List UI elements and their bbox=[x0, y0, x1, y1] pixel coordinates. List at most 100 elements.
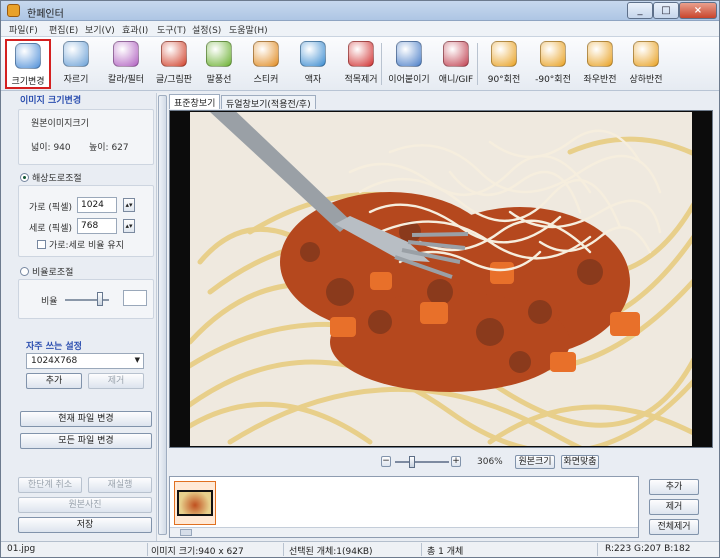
tool-label: 상하반전 bbox=[629, 75, 663, 85]
tool-label: 스티커 bbox=[253, 75, 279, 85]
redo-button[interactable]: 재실행 bbox=[88, 477, 152, 493]
add-favorite-button[interactable]: 추가 bbox=[26, 373, 82, 389]
menu-view[interactable]: 보기(V) bbox=[85, 23, 115, 36]
left-panel-scrollbar[interactable] bbox=[156, 93, 168, 541]
undo-button[interactable]: 한단계 취소 bbox=[18, 477, 82, 493]
status-separator bbox=[421, 543, 422, 556]
resize-panel: 이미지 크기변경 원본이미지크기 넓이: 940 높이: 627 해상도로조절 … bbox=[4, 91, 156, 539]
text-paint-icon bbox=[161, 41, 187, 67]
tool-rotate-right-button[interactable]: 90°회전 bbox=[481, 39, 527, 89]
strip-add-button[interactable]: 추가 bbox=[649, 479, 699, 495]
tool-label: 90°회전 bbox=[487, 75, 521, 85]
tool-gif-button[interactable]: 애니/GIF bbox=[433, 39, 479, 89]
keep-ratio-checkbox[interactable] bbox=[37, 240, 46, 249]
tool-color-filter-button[interactable]: 칼라/필터 bbox=[101, 39, 151, 89]
tool-text-paint-button[interactable]: 글/그림판 bbox=[151, 39, 197, 89]
toolbar-separator bbox=[381, 43, 382, 85]
original-size-label: 원본이미지크기 bbox=[31, 119, 89, 129]
merge-icon bbox=[396, 41, 422, 67]
original-width: 넓이: 940 bbox=[31, 143, 71, 153]
keep-ratio-label: 가로:세로 비율 유지 bbox=[49, 241, 124, 251]
scrollbar-thumb[interactable] bbox=[158, 95, 167, 535]
original-size-button[interactable]: 원본크기 bbox=[515, 455, 555, 469]
title-bar[interactable]: 한페인터 _ □ × bbox=[1, 1, 719, 21]
menu-edit[interactable]: 편집(E) bbox=[49, 23, 78, 36]
width-spinner[interactable]: ▴▾ bbox=[123, 198, 135, 212]
ratio-box: 비율 bbox=[18, 279, 154, 319]
app-icon bbox=[7, 4, 20, 17]
tool-flip-horizontal-button[interactable]: 좌우반전 bbox=[577, 39, 623, 89]
resolution-box: 가로 (픽셀) 1024 ▴▾ 세로 (픽셀) 768 ▴▾ 가로:세로 비율 … bbox=[18, 185, 154, 257]
width-input[interactable]: 1024 bbox=[77, 197, 117, 213]
original-photo-button[interactable]: 원본사진 bbox=[18, 497, 152, 513]
width-label: 가로 (픽셀) bbox=[29, 203, 73, 213]
strip-remove-button[interactable]: 제거 bbox=[649, 499, 699, 515]
tool-label: -90°회전 bbox=[535, 75, 571, 85]
zoom-slider-thumb[interactable] bbox=[409, 456, 416, 468]
resize-icon bbox=[15, 43, 41, 69]
menu-effects[interactable]: 효과(I) bbox=[122, 23, 148, 36]
status-separator bbox=[597, 543, 598, 556]
tool-frame-button[interactable]: 액자 bbox=[291, 39, 335, 89]
tool-label: 칼라/필터 bbox=[107, 75, 145, 85]
status-selected: 선택된 개체:1(94KB) bbox=[289, 547, 373, 557]
thumbnail-item[interactable] bbox=[174, 481, 216, 525]
menu-file[interactable]: 파일(F) bbox=[9, 23, 38, 36]
speech-bubble-icon bbox=[206, 41, 232, 67]
zoom-bar: − + 306% 원본크기 화면맞춤 bbox=[381, 455, 621, 470]
favorites-select[interactable]: 1024X768 ▼ bbox=[26, 353, 144, 369]
ratio-radio[interactable] bbox=[20, 267, 29, 276]
status-total: 총 1 개체 bbox=[427, 547, 464, 557]
toolbar: 크기변경 자르기 칼라/필터 글/그림판 말풍선 스티커 액자 적목제거 이어붙이기 애니/GIF… bbox=[1, 37, 719, 91]
zoom-percent: 306% bbox=[477, 457, 503, 467]
save-button[interactable]: 저장 bbox=[18, 517, 152, 533]
ratio-slider-thumb[interactable] bbox=[97, 292, 103, 306]
height-spinner[interactable]: ▴▾ bbox=[123, 219, 135, 233]
apply-all-button[interactable]: 모든 파일 변경 bbox=[20, 433, 152, 449]
close-button[interactable]: × bbox=[679, 2, 717, 19]
tool-sticker-button[interactable]: 스티커 bbox=[243, 39, 289, 89]
tool-merge-button[interactable]: 이어붙이기 bbox=[385, 39, 433, 89]
maximize-button[interactable]: □ bbox=[653, 2, 679, 19]
tab-standard-view[interactable]: 표준창보기 bbox=[169, 94, 221, 109]
tool-speech-bubble-button[interactable]: 말풍선 bbox=[197, 39, 241, 89]
tool-label: 크기변경 bbox=[11, 77, 45, 87]
strip-remove-all-button[interactable]: 전체제거 bbox=[649, 519, 699, 535]
fit-screen-button[interactable]: 화면맞춤 bbox=[561, 455, 599, 469]
minimize-button[interactable]: _ bbox=[627, 2, 653, 19]
tab-dual-view[interactable]: 듀얼창보기(적용전/후) bbox=[221, 95, 316, 110]
tool-label: 좌우반전 bbox=[583, 75, 617, 85]
zoom-in-button[interactable]: + bbox=[451, 456, 461, 467]
thumbnail-strip[interactable] bbox=[169, 476, 639, 538]
status-separator bbox=[147, 543, 148, 556]
ratio-sub-label: 비율 bbox=[41, 297, 58, 307]
strip-scrollbar[interactable] bbox=[170, 527, 638, 537]
tool-crop-button[interactable]: 자르기 bbox=[53, 39, 99, 89]
tool-label: 이어붙이기 bbox=[388, 75, 430, 85]
menu-tools[interactable]: 도구(T) bbox=[157, 23, 186, 36]
image-viewer[interactable] bbox=[169, 110, 713, 448]
original-height: 높이: 627 bbox=[89, 143, 129, 153]
original-size-box: 원본이미지크기 넓이: 940 높이: 627 bbox=[18, 109, 154, 165]
menu-settings[interactable]: 설정(S) bbox=[192, 23, 221, 36]
rotate-left-icon bbox=[540, 41, 566, 67]
zoom-out-button[interactable]: − bbox=[381, 456, 391, 467]
height-input[interactable]: 768 bbox=[77, 218, 117, 234]
gif-icon bbox=[443, 41, 469, 67]
resolution-radio[interactable] bbox=[20, 173, 29, 182]
redeye-icon bbox=[348, 41, 374, 67]
zoom-slider-track bbox=[395, 461, 449, 463]
tool-resize-button[interactable]: 크기변경 bbox=[5, 39, 51, 89]
tool-flip-vertical-button[interactable]: 상하반전 bbox=[623, 39, 669, 89]
height-label: 세로 (픽셀) bbox=[29, 224, 73, 234]
rotate-right-icon bbox=[491, 41, 517, 67]
tool-redeye-button[interactable]: 적목제거 bbox=[337, 39, 385, 89]
menu-help[interactable]: 도움말(H) bbox=[229, 23, 268, 36]
crop-icon bbox=[63, 41, 89, 67]
strip-scroll-thumb[interactable] bbox=[180, 529, 192, 536]
apply-current-button[interactable]: 현재 파일 변경 bbox=[20, 411, 152, 427]
tool-rotate-left-button[interactable]: -90°회전 bbox=[529, 39, 577, 89]
ratio-input[interactable] bbox=[123, 290, 147, 306]
status-bar: 01.jpg 이미지 크기:940 x 627 선택된 개체:1(94KB) 총… bbox=[1, 541, 719, 557]
remove-favorite-button[interactable]: 제거 bbox=[88, 373, 144, 389]
